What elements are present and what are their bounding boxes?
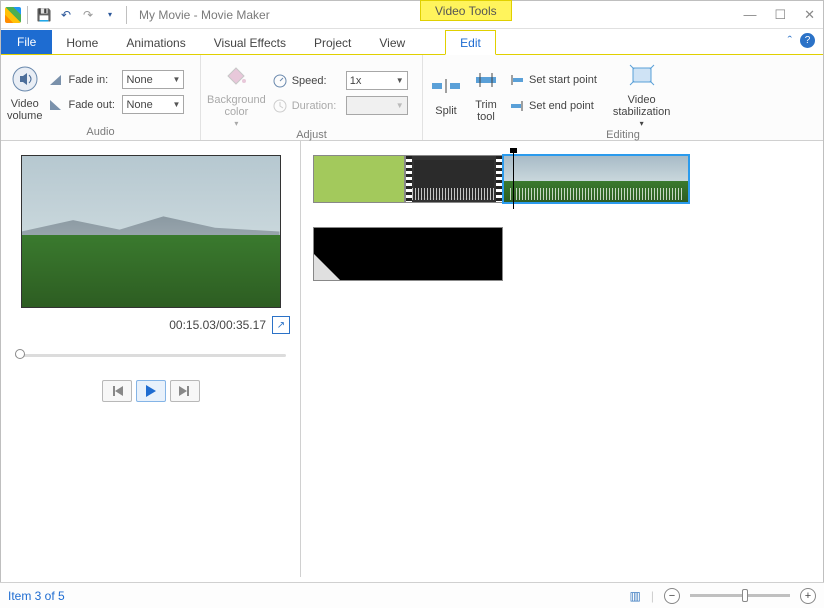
clip-scene-1[interactable] (405, 155, 503, 203)
zoom-in-button[interactable]: + (800, 588, 816, 604)
maximize-button[interactable]: ☐ (774, 7, 786, 23)
timeline-row-1 (313, 155, 811, 203)
set-start-icon (509, 72, 525, 88)
preview-monitor[interactable] (21, 155, 281, 308)
clip-title[interactable] (313, 155, 405, 203)
duration-combo: ▼ (346, 96, 408, 115)
video-tools-label: Video Tools (420, 0, 512, 21)
tab-animations[interactable]: Animations (112, 31, 199, 54)
tab-visual-effects[interactable]: Visual Effects (200, 31, 300, 54)
collapse-ribbon-icon[interactable]: ˆ (788, 33, 792, 48)
play-button[interactable] (136, 380, 166, 402)
split-button[interactable]: Split (429, 69, 463, 117)
undo-icon[interactable]: ↶ (56, 5, 76, 25)
seek-slider[interactable] (11, 348, 290, 362)
trim-button[interactable]: Trim tool (469, 63, 503, 123)
fade-out-icon (48, 97, 64, 113)
tab-home[interactable]: Home (52, 31, 112, 54)
volume-icon (8, 62, 42, 96)
ribbon-tabs: File Home Animations Visual Effects Proj… (1, 29, 823, 55)
prev-frame-button[interactable] (102, 380, 132, 402)
trim-icon (469, 63, 503, 97)
video-stabilization-button[interactable]: Video stabilization▾ (613, 58, 670, 129)
split-icon (429, 69, 463, 103)
clip-scene-3[interactable] (313, 227, 503, 281)
set-end-point-button[interactable]: Set end point (509, 95, 597, 117)
zoom-out-button[interactable]: − (664, 588, 680, 604)
clip-scene-2-selected[interactable] (503, 155, 689, 203)
main-area: 00:15.03/00:35.17 ↗ (1, 141, 823, 577)
titlebar: 💾 ↶ ↷ ▾ My Movie - Movie Maker Video Too… (1, 1, 823, 29)
fade-in-combo[interactable]: None▼ (122, 70, 184, 89)
redo-icon[interactable]: ↷ (78, 5, 98, 25)
set-start-point-button[interactable]: Set start point (509, 69, 597, 91)
timecode: 00:15.03/00:35.17 (169, 318, 266, 332)
fade-out-row: Fade out: None▼ (48, 94, 184, 116)
help-icon[interactable]: ? (800, 33, 815, 48)
background-color-button[interactable]: Background color▾ (207, 58, 266, 129)
preview-pane: 00:15.03/00:35.17 ↗ (1, 141, 301, 577)
close-button[interactable]: ✕ (804, 7, 815, 23)
qat-dropdown-icon[interactable]: ▾ (100, 5, 120, 25)
timeline-pane[interactable] (301, 141, 823, 577)
speedometer-icon (272, 73, 288, 89)
separator (27, 6, 28, 24)
status-item-count: Item 3 of 5 (8, 589, 65, 603)
stabilization-icon (625, 58, 659, 92)
window-controls: — ☐ ✕ (743, 7, 823, 23)
set-end-icon (509, 98, 525, 114)
tab-file[interactable]: File (1, 30, 52, 54)
group-adjust: Background color▾ Speed: 1x▼ Duration: ▼… (201, 55, 423, 140)
app-icon (5, 7, 21, 23)
group-audio: Video volume Fade in: None▼ Fade out: No… (1, 55, 201, 140)
speed-row: Speed: 1x▼ (272, 70, 408, 92)
minimize-button[interactable]: — (743, 7, 756, 23)
save-icon[interactable]: 💾 (34, 5, 54, 25)
window-title: My Movie - Movie Maker (139, 8, 270, 22)
fade-in-row: Fade in: None▼ (48, 69, 184, 91)
thumbnails-view-icon[interactable]: ▥ (630, 589, 641, 603)
tab-view[interactable]: View (365, 31, 419, 54)
next-frame-button[interactable] (170, 380, 200, 402)
tab-project[interactable]: Project (300, 31, 365, 54)
zoom-slider[interactable] (690, 594, 790, 597)
fullscreen-icon[interactable]: ↗ (272, 316, 290, 334)
contextual-tab-header: Video Tools (420, 0, 512, 21)
fade-in-icon (48, 72, 64, 88)
timeline-row-2 (313, 227, 811, 281)
tab-edit[interactable]: Edit (445, 30, 496, 55)
ribbon: Video volume Fade in: None▼ Fade out: No… (1, 55, 823, 141)
speed-combo[interactable]: 1x▼ (346, 71, 408, 90)
quick-access-toolbar: 💾 ↶ ↷ ▾ My Movie - Movie Maker (1, 5, 270, 25)
video-volume-button[interactable]: Video volume (7, 62, 42, 122)
separator (126, 6, 127, 24)
status-bar: Item 3 of 5 ▥ | − + (0, 582, 824, 608)
fade-out-combo[interactable]: None▼ (122, 95, 184, 114)
duration-row: Duration: ▼ (272, 95, 408, 117)
playhead[interactable] (513, 151, 514, 209)
group-editing: Split Trim tool Set start point Set end … (423, 55, 823, 140)
clock-icon (272, 98, 288, 114)
paint-bucket-icon (219, 58, 253, 92)
